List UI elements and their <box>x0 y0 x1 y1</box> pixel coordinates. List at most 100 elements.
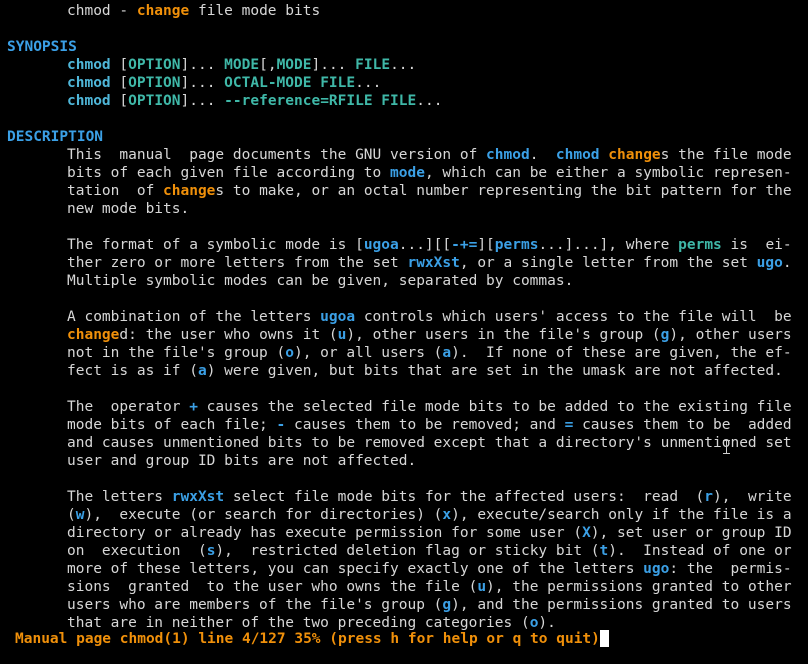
text-segment: chmod - <box>67 3 137 19</box>
text-segment: more of these letters, you can specify e… <box>67 561 644 577</box>
man-page-content: chmod - change file mode bits SYNOPSIS chm… <box>0 2 808 632</box>
highlighted-term: chmod <box>486 147 530 163</box>
description-line: A combination of the letters ugoa contro… <box>0 308 808 326</box>
text-segment: The format of a symbolic mode is [ <box>67 237 364 253</box>
description-line: not in the file's group (o), or all user… <box>0 344 808 362</box>
description-line: bits of each given file according to mod… <box>0 164 808 182</box>
text-segment: users who are members of the file's grou… <box>67 597 443 613</box>
highlighted-term: MODE <box>224 57 260 73</box>
synopsis-heading: SYNOPSIS <box>7 39 77 55</box>
text-segment: ]... <box>180 75 225 91</box>
text-segment: ). Instead of one or <box>608 543 792 559</box>
highlighted-term: rwxXst <box>171 489 225 505</box>
highlighted-term: -+= <box>451 237 478 253</box>
text-segment: ...][[ <box>398 237 452 253</box>
text-segment: fect is as if ( <box>67 363 198 379</box>
description-heading: DESCRIPTION <box>7 129 104 145</box>
description-line: (w), execute (or search for directories)… <box>0 506 808 524</box>
text-segment: s the file mode <box>660 147 792 163</box>
text-segment: and causes unmentioned bits to be remove… <box>67 435 792 451</box>
description-line: directory or already has execute permiss… <box>0 524 808 542</box>
description-line: user and group ID bits are not affected. <box>0 452 808 470</box>
text-segment: causes the selected file mode bits to be… <box>197 399 792 415</box>
text-segment: . <box>782 255 792 271</box>
text-segment: tation of <box>67 183 164 199</box>
highlighted-term: ugoa <box>363 237 399 253</box>
text-segment: ), other users <box>669 327 792 343</box>
text-segment: , or a single letter from the set <box>459 255 757 271</box>
synopsis-line: chmod [OPTION]... OCTAL-MODE FILE... <box>0 74 808 92</box>
highlighted-term: o <box>285 345 294 361</box>
description-line: on execution (s), restricted deletion fl… <box>0 542 808 560</box>
highlighted-term: chmod <box>67 57 111 73</box>
text-segment: , which can be either a symbolic represe… <box>424 165 792 181</box>
description-line: tation of changes to make, or an octal n… <box>0 182 808 200</box>
highlighted-term: change <box>608 147 661 163</box>
text-segment: controls which users' access to the file… <box>355 309 792 325</box>
description-line: fect is as if (a) were given, but bits t… <box>0 362 808 380</box>
text-segment: ). If none of these are given, the ef- <box>451 345 792 361</box>
text-segment: ( <box>67 507 76 523</box>
text-segment: is ei- <box>721 237 792 253</box>
text-segment: ...]...], where <box>538 237 679 253</box>
text-segment: A combination of the letters <box>67 309 321 325</box>
description-line: new mode bits. <box>0 200 808 218</box>
description-line: Multiple symbolic modes can be given, se… <box>0 272 808 290</box>
block-cursor-icon <box>599 630 609 647</box>
synopsis-line: chmod [OPTION]... MODE[,MODE]... FILE... <box>0 56 808 74</box>
text-segment: ther zero or more letters from the set <box>67 255 408 271</box>
terminal-window[interactable]: chmod - change file mode bits SYNOPSIS chm… <box>0 0 808 664</box>
text-segment: file mode bits <box>189 3 321 19</box>
highlighted-term: chmod <box>555 147 600 163</box>
highlighted-term: ugoa <box>320 309 356 325</box>
highlighted-term: ugo <box>643 561 670 577</box>
text-segment: . <box>529 147 556 163</box>
description-line: users who are members of the file's grou… <box>0 596 808 614</box>
text-segment: The operator <box>67 399 190 415</box>
description-line: and causes unmentioned bits to be remove… <box>0 434 808 452</box>
description-line: The letters rwxXst select file mode bits… <box>0 488 808 506</box>
name-line: chmod - change file mode bits <box>0 2 808 20</box>
text-segment: This manual page documents the GNU versi… <box>67 147 487 163</box>
highlighted-term: + <box>189 399 198 415</box>
text-segment: bits of each given file according to <box>67 165 391 181</box>
highlighted-term: ugo <box>756 255 783 271</box>
text-segment: ), restricted deletion flag or sticky bi… <box>215 543 600 559</box>
text-segment: ), or all users ( <box>293 345 443 361</box>
highlighted-term: OCTAL-MODE FILE <box>224 75 356 91</box>
highlighted-term: MODE <box>276 57 312 73</box>
text-segment: [ <box>110 75 129 91</box>
text-segment: causes them to be removed; and <box>285 417 565 433</box>
description-line: ther zero or more letters from the set r… <box>0 254 808 272</box>
text-segment <box>600 147 609 163</box>
text-segment: mode bits of each file; <box>67 417 277 433</box>
text-segment: that are in neither of the two preceding… <box>67 615 530 631</box>
text-segment: [ <box>110 57 129 73</box>
text-segment: ), other users in the file's group ( <box>346 327 661 343</box>
text-segment: select file mode bits for the affected u… <box>224 489 705 505</box>
text-segment: [ <box>110 93 129 109</box>
synopsis-line: chmod [OPTION]... --reference=RFILE FILE… <box>0 92 808 110</box>
text-segment: causes them to be added <box>573 417 792 433</box>
highlighted-term: mode <box>390 165 425 181</box>
highlighted-term: change <box>163 183 216 199</box>
highlighted-term: x <box>442 507 452 523</box>
text-segment: ) were given, but bits that are set in t… <box>206 363 783 379</box>
description-line: The format of a symbolic mode is [ugoa..… <box>0 236 808 254</box>
text-segment: The letters <box>67 489 172 505</box>
highlighted-term: rwxXst <box>407 255 460 271</box>
text-segment: ), execute/search only if the file is a <box>451 507 792 523</box>
description-line: This manual page documents the GNU versi… <box>0 146 808 164</box>
highlighted-term: --reference=RFILE FILE <box>224 93 417 109</box>
text-segment: ). <box>538 615 556 631</box>
status-text: Manual page chmod(1) line 4/127 35% (pre… <box>15 631 600 647</box>
highlighted-term: r <box>704 489 714 505</box>
highlighted-term: perms <box>678 237 722 253</box>
text-segment: s to make, or an octal number representi… <box>215 183 792 199</box>
highlighted-term: - <box>276 417 286 433</box>
